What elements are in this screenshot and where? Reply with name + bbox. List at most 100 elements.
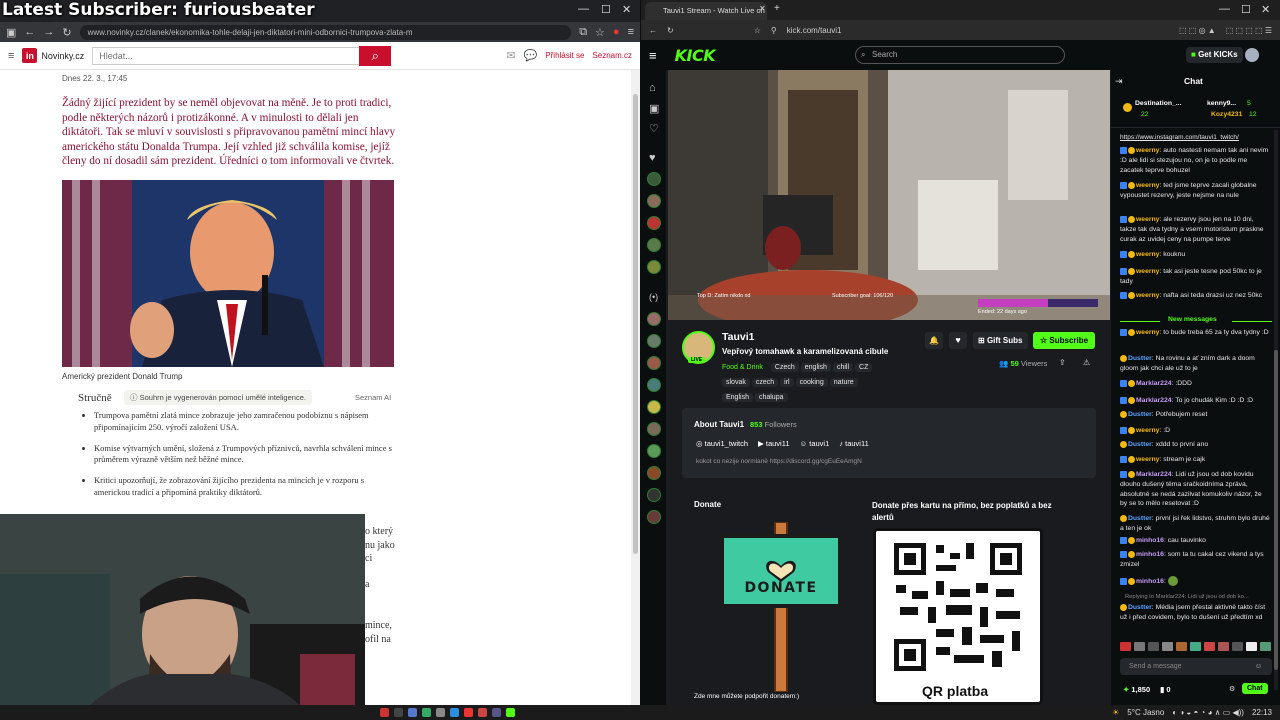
subscribe-button[interactable]: ☆ Subscribe	[1033, 332, 1096, 349]
emote-icon[interactable]	[1204, 642, 1215, 651]
bookmark-icon[interactable]: ☆	[754, 26, 761, 35]
following-icon[interactable]: ♡	[649, 122, 659, 135]
site-name[interactable]: Novinky.cz	[41, 51, 84, 61]
chat-username[interactable]: Dustter	[1128, 411, 1152, 418]
avatar[interactable]	[647, 334, 661, 348]
qr-code[interactable]: QR platba	[873, 528, 1043, 705]
menu-icon[interactable]: ≡	[628, 26, 634, 38]
chat-settings-icon[interactable]: ⚙	[1229, 685, 1235, 693]
tag[interactable]: slovak	[722, 378, 750, 387]
minimize-icon[interactable]: —	[578, 3, 589, 15]
tag[interactable]: Czech	[770, 363, 799, 372]
close-icon[interactable]: ✕	[622, 3, 631, 16]
bookmark-icon[interactable]: ☆	[595, 26, 605, 39]
category-link[interactable]: Food & Drink	[722, 364, 763, 371]
reload-icon[interactable]: ↻	[667, 26, 674, 35]
discord-link[interactable]: ☺ tauvi1	[800, 439, 830, 448]
gifter-name[interactable]: Destination_...	[1135, 100, 1181, 107]
mail-icon[interactable]: ✉	[506, 49, 515, 62]
maximize-icon[interactable]: ☐	[1241, 3, 1251, 16]
emote-icon[interactable]	[1218, 642, 1229, 651]
novinky-logo-icon[interactable]: in	[22, 48, 38, 63]
avatar[interactable]	[647, 378, 661, 392]
chat-username[interactable]: weerny	[1136, 456, 1159, 463]
forward-icon[interactable]: →	[43, 26, 54, 38]
app-icon[interactable]	[492, 708, 501, 717]
chat-username[interactable]: minho16	[1136, 551, 1164, 558]
collapse-chat-icon[interactable]: ⇥	[1115, 76, 1123, 87]
avatar[interactable]	[1245, 48, 1259, 62]
tag[interactable]: English	[722, 393, 753, 402]
scroll-thumb[interactable]	[1274, 350, 1278, 670]
reload-icon[interactable]: ↻	[62, 26, 71, 39]
emote-icon[interactable]	[1232, 642, 1243, 651]
avatar[interactable]	[647, 194, 661, 208]
weather-icon[interactable]: ☀	[1112, 708, 1119, 717]
youtube-link[interactable]: ▶ tauvi11	[758, 439, 790, 448]
gifter-name[interactable]: Kozy4231	[1211, 111, 1242, 118]
app-icon[interactable]	[380, 708, 389, 717]
instagram-link[interactable]: ◎ tauvi1_twitch	[696, 439, 748, 448]
tag[interactable]: czech	[751, 378, 779, 387]
chat-username[interactable]: weerny	[1136, 182, 1159, 189]
toolbar-icons[interactable]: ⬚ ⬚ ⬚ ⬚ ☰	[1226, 26, 1272, 35]
site-info-icon[interactable]: ⚲	[771, 26, 777, 35]
gifter-name[interactable]: kenny9...	[1207, 100, 1236, 107]
avatar[interactable]	[647, 356, 661, 370]
extensions-icon[interactable]: ⬚ ⬚ ◎ ▲	[1179, 26, 1216, 35]
emote-icon[interactable]	[1148, 642, 1159, 651]
extension-icon[interactable]: ●	[613, 26, 620, 38]
tag[interactable]: english	[800, 363, 831, 372]
app-icon[interactable]	[394, 708, 403, 717]
chat-username[interactable]: weerny	[1136, 268, 1159, 275]
emoji-icon[interactable]: ☺	[1255, 658, 1262, 675]
live-icon[interactable]: (•)	[649, 292, 658, 302]
chat-link[interactable]: https://www.instagram.com/tauvi1_twitch/	[1120, 134, 1239, 141]
weather-text[interactable]: 5°C Jasno	[1127, 708, 1164, 717]
avatar[interactable]	[647, 466, 661, 480]
chat-username[interactable]: Dustter	[1128, 441, 1152, 448]
chat-username[interactable]: Marklar224	[1136, 471, 1172, 478]
emote-icon[interactable]	[1162, 642, 1173, 651]
avatar[interactable]	[647, 488, 661, 502]
tag[interactable]: CZ	[855, 363, 873, 372]
menu-icon[interactable]: ≡	[649, 48, 657, 63]
avatar[interactable]	[647, 238, 661, 252]
chat-username[interactable]: weerny	[1136, 292, 1159, 299]
right-url-field[interactable]: kick.com/tauvi1	[787, 26, 1169, 35]
chat-username[interactable]: weerny	[1136, 147, 1159, 154]
share-icon[interactable]: ⧉	[579, 26, 587, 39]
new-tab-icon[interactable]: +	[774, 3, 780, 14]
chat-username[interactable]: Dustter	[1128, 515, 1152, 522]
login-link[interactable]: Přihlásit se	[545, 51, 584, 60]
seznam-link[interactable]: Seznam.cz	[592, 51, 632, 60]
tab-close-icon[interactable]: ✕	[759, 4, 766, 13]
tag[interactable]: irl	[780, 378, 794, 387]
back-icon[interactable]: ←	[24, 26, 35, 38]
app-icon[interactable]	[422, 708, 431, 717]
back-icon[interactable]: ←	[649, 26, 657, 35]
tiktok-link[interactable]: ♪ tauvi11	[839, 439, 868, 448]
scrollbar[interactable]	[631, 70, 640, 705]
follow-heart-icon[interactable]: ♥	[949, 332, 967, 349]
left-url-field[interactable]: www.novinky.cz/clanek/ekonomika-tohle-de…	[79, 24, 572, 40]
emote-icon[interactable]	[1246, 642, 1257, 651]
report-icon[interactable]: ⚠	[1083, 358, 1090, 367]
send-chat-button[interactable]: Chat	[1242, 683, 1268, 694]
chat-username[interactable]: minho16	[1136, 537, 1164, 544]
avatar[interactable]	[647, 172, 661, 186]
gift-subs-button[interactable]: ⊞ Gift Subs	[973, 332, 1028, 349]
maximize-icon[interactable]: ☐	[601, 3, 611, 16]
share-icon[interactable]: ⇪	[1059, 358, 1066, 367]
search-icon[interactable]: ⌕	[359, 45, 392, 66]
minimize-icon[interactable]: —	[1219, 3, 1230, 15]
chat-scrollbar[interactable]	[1274, 130, 1278, 690]
tray-icons[interactable]: ◐ ◑ ◒ ◓ ◔ ◕ ∧ ▭ ◀))	[1172, 708, 1244, 717]
browse-icon[interactable]: ▣	[649, 102, 659, 115]
notifications-icon[interactable]: 🔔	[925, 332, 943, 349]
avatar[interactable]	[647, 510, 661, 524]
clock[interactable]: 22:13	[1252, 708, 1272, 717]
chat-input[interactable]: Send a message ☺	[1120, 658, 1272, 675]
avatar[interactable]	[647, 260, 661, 274]
chat-username[interactable]: weerny	[1136, 427, 1159, 434]
